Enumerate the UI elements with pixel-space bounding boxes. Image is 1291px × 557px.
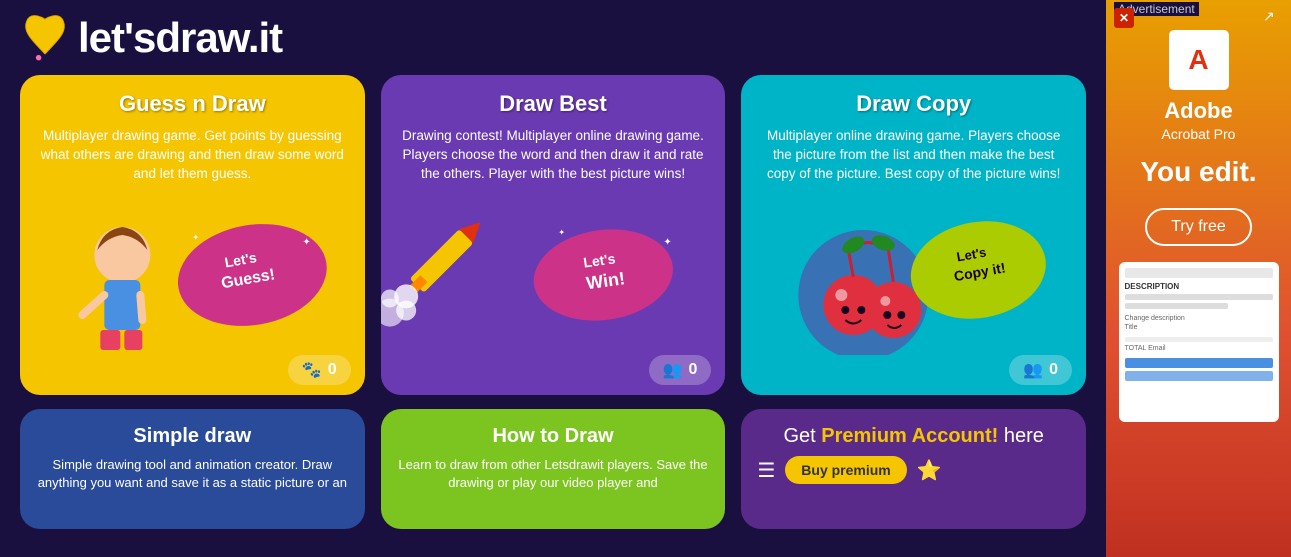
bottom-cards-row: Simple draw Simple drawing tool and anim… [20,409,1086,529]
guess-n-draw-title: Guess n Draw [36,91,349,117]
buy-premium-button[interactable]: Buy premium [785,456,906,484]
ad-product-name: Acrobat Pro [1162,126,1236,142]
simple-draw-card[interactable]: Simple draw Simple drawing tool and anim… [20,409,365,529]
simple-draw-desc: Simple drawing tool and animation creato… [36,456,349,492]
logo-text: let'sdraw.it [78,14,282,62]
logo-area: let'sdraw.it [20,10,282,65]
top-cards-row: Guess n Draw Multiplayer drawing game. G… [20,75,1086,395]
ad-panel: Advertisement ✕ ↗ A Adobe Acrobat Pro Yo… [1106,0,1291,557]
guess-n-draw-card[interactable]: Guess n Draw Multiplayer drawing game. G… [20,75,365,395]
star-icon: ⭐ [917,458,942,483]
people-icon: 👥 [1023,360,1043,380]
ad-close-icon: ✕ [1114,8,1134,28]
how-to-draw-title: How to Draw [397,425,710,448]
ad-arrow-icon: ↗ [1263,8,1283,28]
hamburger-icon: ☰ [757,458,775,483]
draw-best-title: Draw Best [397,91,710,117]
premium-title: Get Premium Account! here [757,425,1070,448]
draw-best-illustration: Let's Win! ✦ ✦ [381,195,726,355]
ad-screen-line2 [1125,303,1229,309]
svg-text:✦: ✦ [192,233,199,242]
ad-screenshot: DESCRIPTION Change description Title TOT… [1119,262,1279,422]
how-to-draw-card[interactable]: How to Draw Learn to draw from other Let… [381,409,726,529]
guess-n-draw-desc: Multiplayer drawing game. Get points by … [36,127,349,184]
premium-title-prefix: Get [783,425,821,447]
ad-brand-name: Adobe [1164,98,1232,124]
svg-text:✦: ✦ [663,237,671,248]
guess-n-draw-player-count: 🐾 0 [288,355,351,385]
premium-title-suffix: here [998,425,1044,447]
how-to-draw-desc: Learn to draw from other Letsdrawit play… [397,456,710,492]
draw-copy-card[interactable]: Draw Copy Multiplayer online drawing gam… [741,75,1086,395]
svg-text:✦: ✦ [558,228,565,237]
guess-n-draw-illustration: Let's Guess! ✦ ✦ [20,195,365,355]
ad-screen-blue-bar2 [1125,371,1273,381]
ad-screen-description-label: DESCRIPTION [1125,282,1273,291]
ad-tagline: You edit. [1140,156,1256,188]
svg-text:✦: ✦ [302,237,310,248]
draw-copy-title: Draw Copy [757,91,1070,117]
premium-bottom-row: ☰ Buy premium ⭐ [757,456,1070,484]
ad-screen-label4: Title [1125,324,1273,331]
draw-copy-desc: Multiplayer online drawing game. Players… [757,127,1070,184]
draw-copy-player-count: 👥 0 [1009,355,1072,385]
ad-screen-topbar [1125,268,1273,278]
ad-screen-line1 [1125,294,1273,300]
draw-best-desc: Drawing contest! Multiplayer online draw… [397,127,710,184]
logo-icon [20,10,70,65]
simple-draw-title: Simple draw [36,425,349,448]
header: let'sdraw.it Login [0,0,1291,75]
draw-best-player-count: 👥 0 [649,355,712,385]
ad-try-free-button[interactable]: Try free [1145,208,1252,246]
main-content: Guess n Draw Multiplayer drawing game. G… [0,75,1106,529]
ad-screen-total-label: TOTAL Email [1125,345,1273,352]
people-icon: 👥 [663,360,683,380]
ad-adobe-logo: A [1169,30,1229,90]
ad-screen-blue-bar [1125,358,1273,368]
ad-screenshot-inner: DESCRIPTION Change description Title TOT… [1119,262,1279,422]
premium-title-highlight: Premium Account! [821,425,998,447]
premium-card[interactable]: Get Premium Account! here ☰ Buy premium … [741,409,1086,529]
ad-screen-label3: Change description [1125,315,1273,322]
draw-best-card[interactable]: Draw Best Drawing contest! Multiplayer o… [381,75,726,395]
people-icon: 🐾 [302,360,322,380]
ad-screen-sep [1125,337,1273,342]
draw-copy-illustration: Let's Copy it! [741,195,1086,355]
